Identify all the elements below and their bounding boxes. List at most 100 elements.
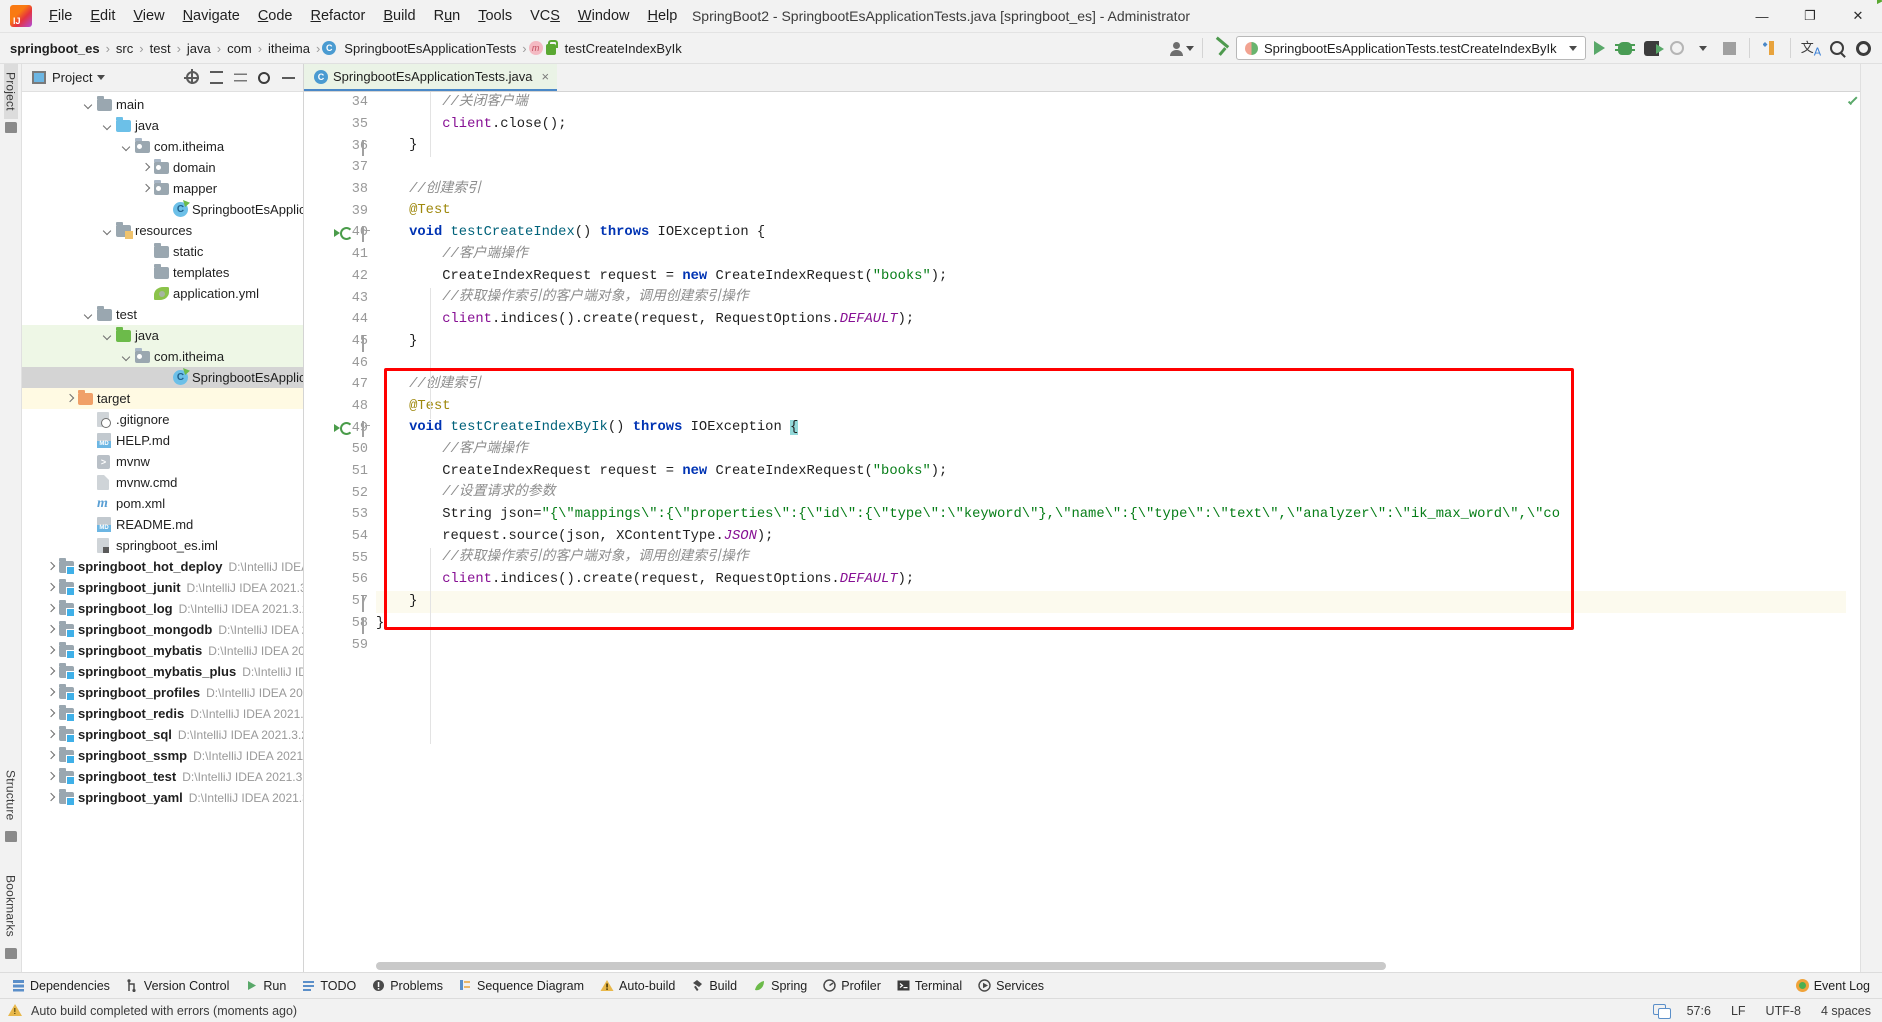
project-settings-gear-icon[interactable] (253, 67, 275, 89)
menu-item-vcs[interactable]: VCS (521, 4, 569, 28)
profiler-icon[interactable] (1664, 36, 1690, 60)
menu-item-file[interactable]: File (40, 4, 81, 28)
code-line[interactable]: @Test (376, 396, 1846, 418)
menu-item-build[interactable]: Build (374, 4, 424, 28)
breadcrumb-item-test[interactable]: test (146, 39, 175, 58)
tree-node[interactable]: > mvnw (22, 451, 303, 472)
code-line[interactable]: client.indices().create(request, Request… (376, 309, 1846, 331)
tool-window-run[interactable]: Run (237, 976, 294, 996)
rail-item-structure[interactable]: Structure (4, 762, 18, 829)
tool-window-event-log[interactable]: Event Log (1788, 976, 1878, 996)
code-line[interactable]: void testCreateIndexByIk() throws IOExce… (376, 417, 1846, 439)
gutter-line[interactable]: 49 (304, 417, 376, 439)
code-line[interactable]: client.close(); (376, 114, 1846, 136)
gutter-line[interactable]: 42 (304, 266, 376, 288)
code-line[interactable]: //创建索引 (376, 374, 1846, 396)
fold-end-icon[interactable] (362, 617, 371, 634)
tree-node[interactable]: application.yml (22, 283, 303, 304)
tree-node[interactable]: com.itheima (22, 346, 303, 367)
tool-window-build[interactable]: Build (683, 976, 745, 996)
tree-node[interactable]: domain (22, 157, 303, 178)
tree-node[interactable]: README.md (22, 514, 303, 535)
breadcrumb-item-java[interactable]: java (183, 39, 215, 58)
settings-gear-icon[interactable] (1850, 36, 1876, 60)
fold-end-icon[interactable] (362, 140, 371, 157)
tree-node[interactable]: java (22, 325, 303, 346)
code-line[interactable]: client.indices().create(request, Request… (376, 569, 1846, 591)
code-line[interactable]: //获取操作索引的客户端对象，调用创建索引操作 (376, 287, 1846, 309)
chevron-right-icon[interactable] (45, 771, 57, 783)
tree-node[interactable]: mapper (22, 178, 303, 199)
menu-item-edit[interactable]: Edit (81, 4, 124, 28)
code-line[interactable]: //关闭客户端 (376, 92, 1846, 114)
gutter-line[interactable]: 43 (304, 287, 376, 309)
build-hammer-icon[interactable] (1210, 36, 1236, 60)
breadcrumb-item-com[interactable]: com (223, 39, 256, 58)
chevron-right-icon[interactable] (45, 582, 57, 594)
gutter-line[interactable]: 52 (304, 482, 376, 504)
gutter-line[interactable]: 35 (304, 114, 376, 136)
error-stripe-gutter[interactable] (1846, 92, 1860, 960)
tree-node[interactable]: java (22, 115, 303, 136)
tree-node[interactable]: static (22, 241, 303, 262)
stop-icon[interactable] (1716, 36, 1742, 60)
tree-node[interactable]: springboot_log D:\IntelliJ IDEA 2021.3.2 (22, 598, 303, 619)
expand-all-icon[interactable] (205, 67, 227, 89)
gutter-line[interactable]: 55 (304, 547, 376, 569)
gutter-line[interactable]: 59 (304, 634, 376, 656)
code-line[interactable]: //获取操作索引的客户端对象，调用创建索引操作 (376, 547, 1846, 569)
menu-item-run[interactable]: Run (425, 4, 470, 28)
user-icon[interactable] (1169, 36, 1195, 60)
code-line[interactable]: } (376, 613, 1846, 635)
code-line[interactable]: CreateIndexRequest request = new CreateI… (376, 266, 1846, 288)
project-view-chevron-down-icon[interactable] (97, 75, 106, 80)
gutter-line[interactable]: 36 (304, 135, 376, 157)
fold-end-icon[interactable] (362, 595, 371, 612)
gutter-line[interactable]: 48 (304, 396, 376, 418)
gutter-line[interactable]: 47 (304, 374, 376, 396)
breadcrumb-item-src[interactable]: src (112, 39, 137, 58)
tree-node[interactable]: main (22, 94, 303, 115)
tree-node[interactable]: springboot_yaml D:\IntelliJ IDEA 2021.3 (22, 787, 303, 808)
maximize-button[interactable]: ❐ (1786, 0, 1834, 33)
tree-node[interactable]: springboot_profiles D:\IntelliJ IDEA 202 (22, 682, 303, 703)
code-content[interactable]: //关闭客户端 client.close(); } //创建索引 @Test v… (376, 92, 1846, 960)
chevron-right-icon[interactable] (140, 162, 152, 174)
run-icon[interactable] (1586, 36, 1612, 60)
run-test-gutter-icon[interactable] (340, 421, 353, 434)
tool-window-problems[interactable]: Problems (364, 976, 451, 996)
chevron-down-icon[interactable] (121, 351, 133, 363)
menu-item-help[interactable]: Help (638, 4, 686, 28)
indent-size[interactable]: 4 spaces (1818, 1002, 1874, 1020)
gutter-line[interactable]: 37 (304, 157, 376, 179)
chevron-right-icon[interactable] (45, 624, 57, 636)
fold-end-icon[interactable] (362, 335, 371, 352)
tool-window-spring[interactable]: Spring (745, 976, 815, 996)
tool-window-version-control[interactable]: Version Control (118, 976, 237, 996)
code-line[interactable]: @Test (376, 200, 1846, 222)
tool-window-sequence-diagram[interactable]: Sequence Diagram (451, 976, 592, 996)
tree-node[interactable]: mvnw.cmd (22, 472, 303, 493)
code-line[interactable]: String json="{\"mappings\":{\"properties… (376, 504, 1846, 526)
tree-node[interactable]: springboot_test D:\IntelliJ IDEA 2021.3.2 (22, 766, 303, 787)
search-everywhere-icon[interactable] (1824, 36, 1850, 60)
chevron-right-icon[interactable] (45, 603, 57, 615)
debug-icon[interactable] (1612, 36, 1638, 60)
menu-item-tools[interactable]: Tools (469, 4, 521, 28)
gutter-line[interactable]: 38 (304, 179, 376, 201)
caret-position[interactable]: 57:6 (1684, 1002, 1714, 1020)
gutter-line[interactable]: 45 (304, 331, 376, 353)
database-icon[interactable] (1652, 1004, 1671, 1019)
rail-item-bookmarks[interactable]: Bookmarks (4, 867, 18, 945)
gutter-line[interactable]: 40 (304, 222, 376, 244)
chevron-right-icon[interactable] (45, 729, 57, 741)
gutter-line[interactable]: 53 (304, 504, 376, 526)
menu-item-navigate[interactable]: Navigate (174, 4, 249, 28)
editor-horizontal-scrollbar[interactable] (376, 962, 1386, 970)
tree-node[interactable]: resources (22, 220, 303, 241)
tree-node[interactable]: springboot_mongodb D:\IntelliJ IDEA 2 (22, 619, 303, 640)
breadcrumb-item-testcreateindexbyik[interactable]: m testCreateIndexByIk (528, 39, 686, 58)
breadcrumb-item-springboot-es[interactable]: springboot_es (6, 39, 104, 58)
fold-start-icon[interactable] (362, 226, 371, 243)
gutter-line[interactable]: 41 (304, 244, 376, 266)
